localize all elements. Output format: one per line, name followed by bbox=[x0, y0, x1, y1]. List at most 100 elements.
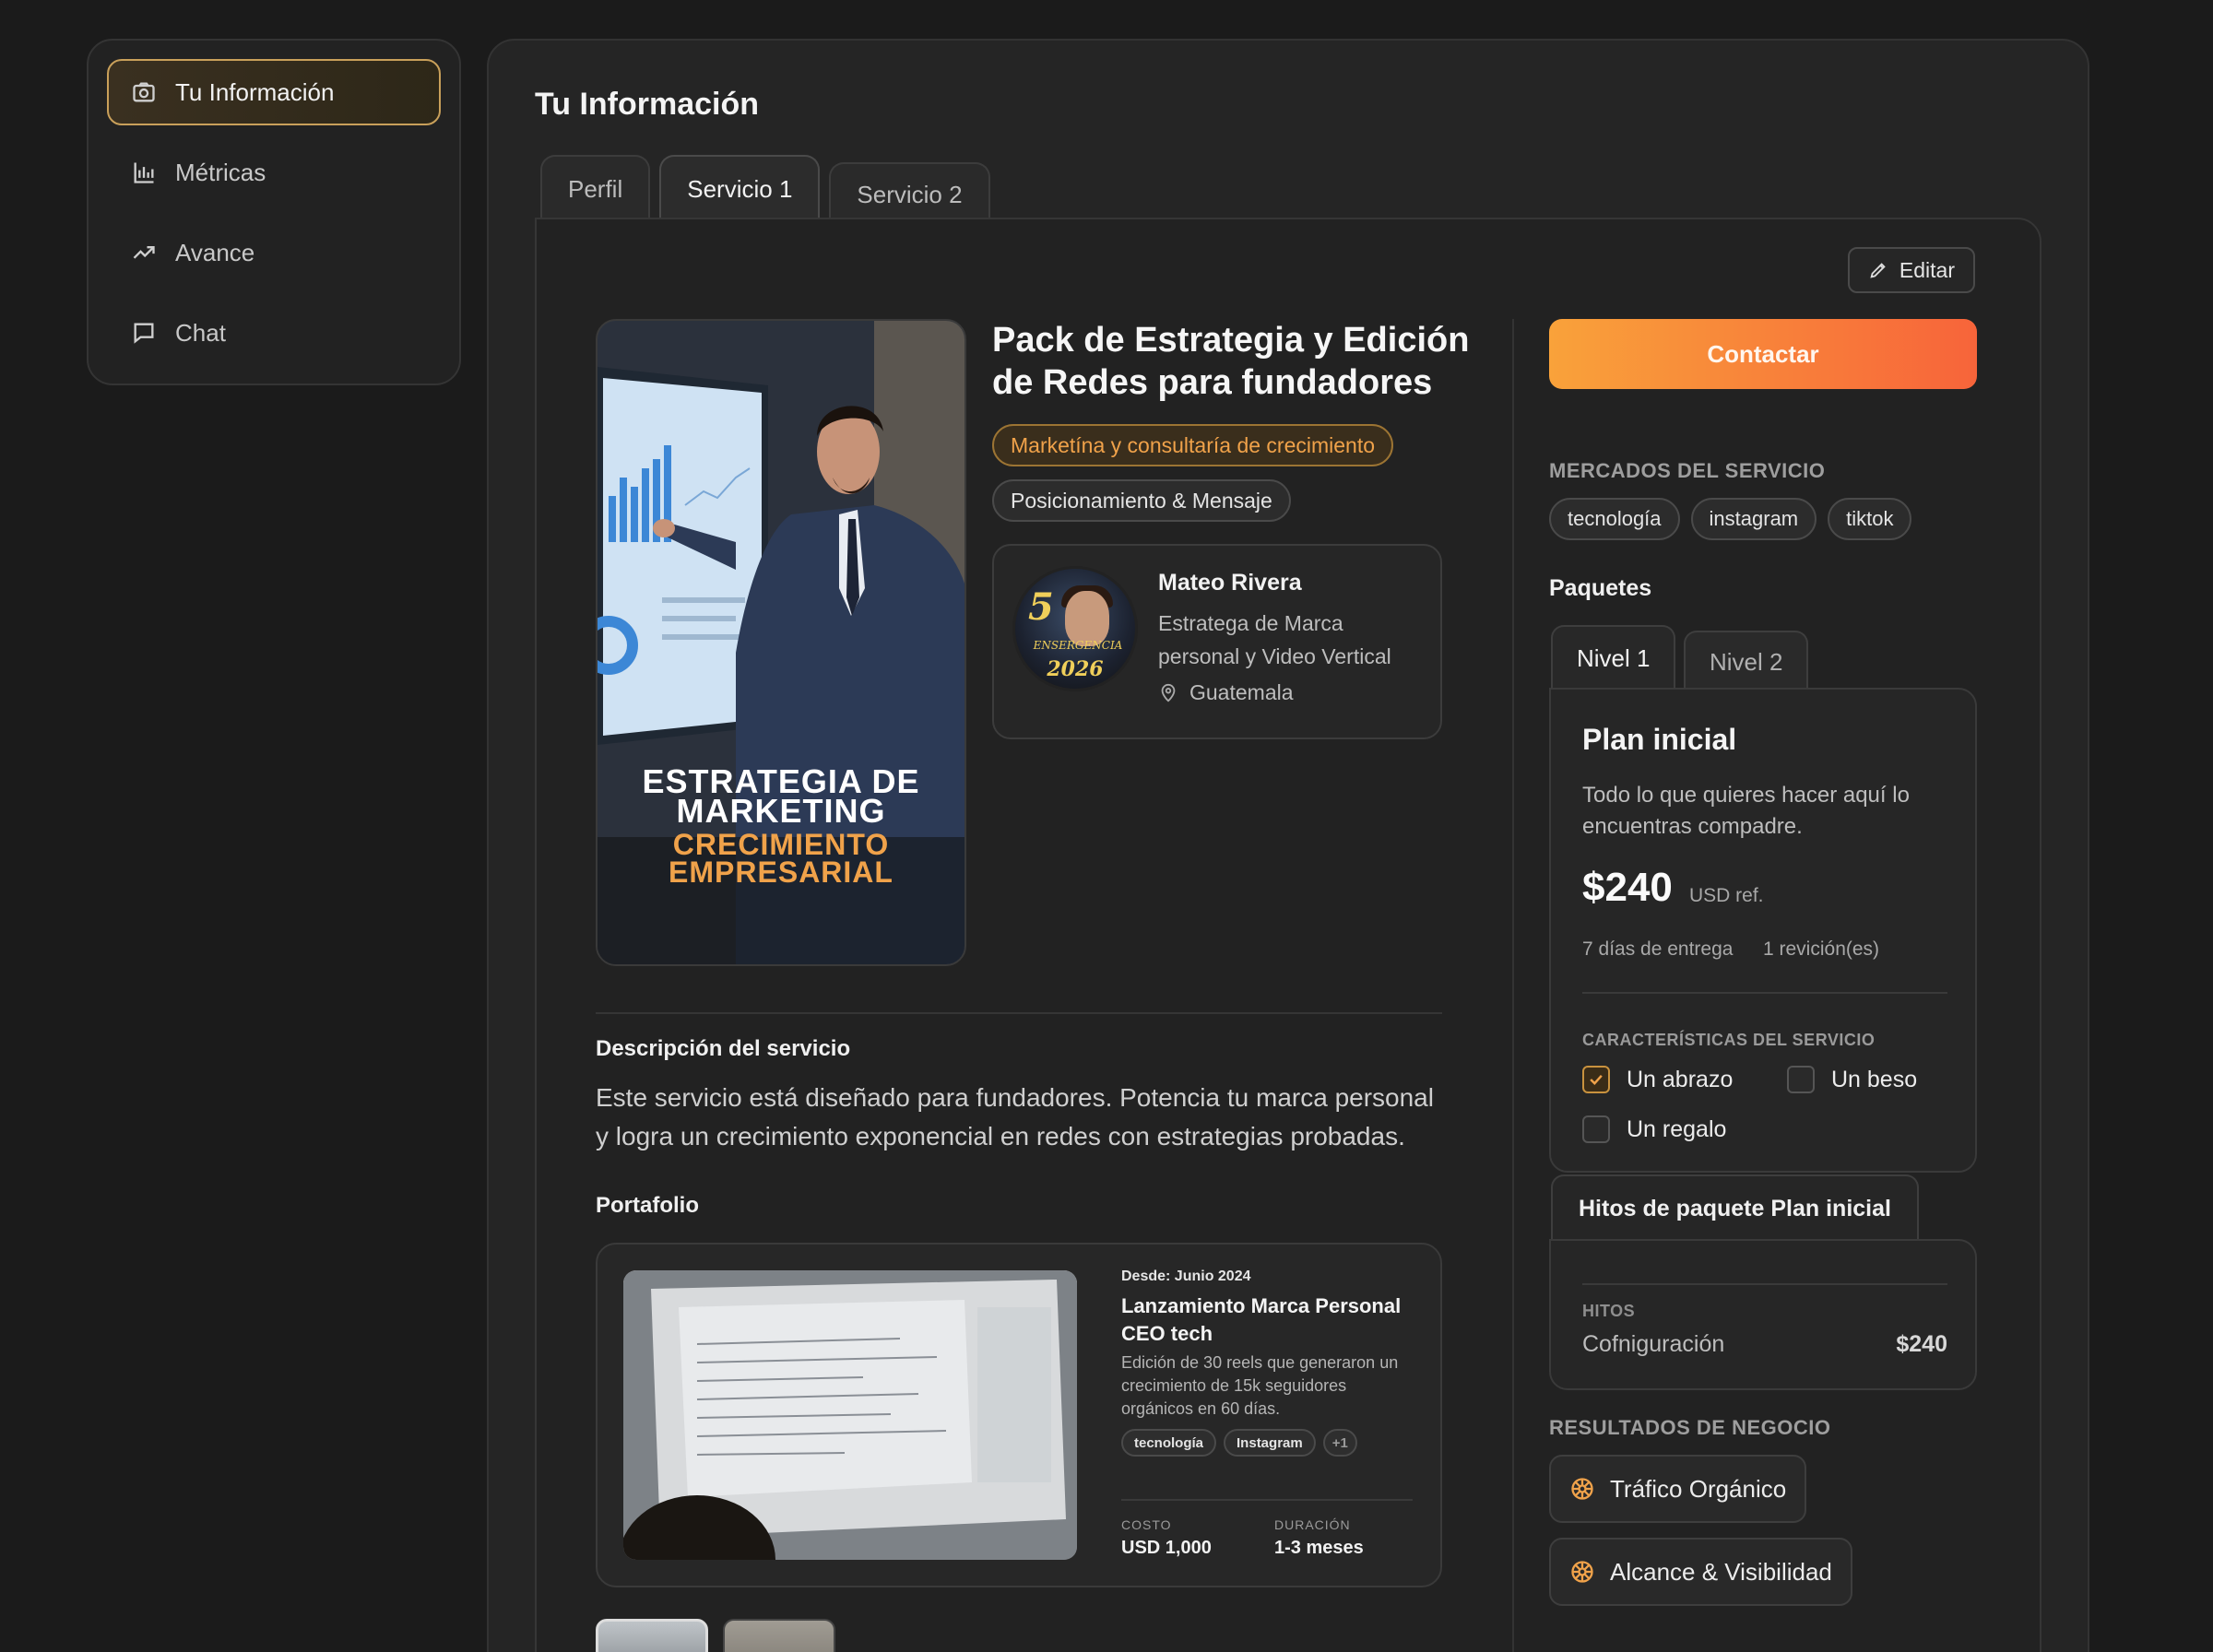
trend-up-icon bbox=[131, 240, 157, 266]
plan-delivery: 7 días de entrega bbox=[1582, 938, 1734, 960]
cover-text-line-4: EMPRESARIAL bbox=[669, 856, 893, 889]
milestone-name: Cofniguración bbox=[1582, 1331, 1725, 1357]
sidebar-item-label: Tu Información bbox=[175, 77, 335, 106]
milestones-tab[interactable]: Hitos de paquete Plan inicial bbox=[1551, 1174, 1919, 1241]
market-chip: instagram bbox=[1690, 498, 1817, 540]
sidebar-item-tu-informacion[interactable]: Tu Información bbox=[107, 59, 441, 125]
markets-caption: MERCADOS DEL SERVICIO bbox=[1549, 459, 1826, 482]
divider bbox=[1582, 992, 1947, 994]
market-chip: tiktok bbox=[1828, 498, 1912, 540]
description-text: Este servicio está diseñado para fundado… bbox=[596, 1083, 1434, 1150]
check-icon bbox=[1590, 1074, 1603, 1085]
avatar: 5 ENSERGENCIA 2026 bbox=[1012, 566, 1138, 691]
sidebar-item-chat[interactable]: Chat bbox=[107, 300, 441, 366]
packages-heading: Paquetes bbox=[1549, 575, 1652, 601]
feature-checkbox-un-regalo[interactable]: Un regalo bbox=[1582, 1115, 1726, 1143]
tab-servicio-1[interactable]: Servicio 1 bbox=[659, 155, 821, 221]
divider bbox=[596, 1012, 1442, 1014]
cost-value: USD 1,000 bbox=[1121, 1538, 1212, 1558]
result-label: Tráfico Orgánico bbox=[1610, 1474, 1787, 1503]
result-chip-trafico-organico: Tráfico Orgánico bbox=[1549, 1455, 1807, 1523]
portfolio-thumbnail[interactable] bbox=[723, 1619, 835, 1652]
column-divider bbox=[1512, 319, 1514, 1652]
portfolio-tag-more: +1 bbox=[1322, 1429, 1357, 1457]
portfolio-description: Edición de 30 reels que generaron un cre… bbox=[1121, 1353, 1399, 1418]
tab-bar: Perfil Servicio 1 Servicio 2 bbox=[540, 155, 1000, 225]
portfolio-illustration bbox=[623, 1270, 1077, 1560]
sidebar-item-label: Avance bbox=[175, 238, 255, 266]
portfolio-thumbnails bbox=[596, 1619, 835, 1652]
camera-icon bbox=[131, 79, 157, 105]
sidebar-item-metricas[interactable]: Métricas bbox=[107, 139, 441, 206]
chat-bubble-icon bbox=[131, 320, 157, 346]
milestones-caption: HITOS bbox=[1582, 1302, 1636, 1320]
avatar-face bbox=[1065, 591, 1109, 646]
contact-button[interactable]: Contactar bbox=[1549, 319, 1977, 389]
tab-servicio-2[interactable]: Servicio 2 bbox=[829, 162, 990, 225]
portfolio-date: Desde: Junio 2024 bbox=[1121, 1268, 1251, 1284]
checkbox[interactable] bbox=[1787, 1066, 1815, 1093]
wheel-icon bbox=[1571, 1478, 1593, 1500]
portfolio-title: Lanzamiento Marca Personal CEO tech bbox=[1121, 1294, 1402, 1345]
provider-card[interactable]: 5 ENSERGENCIA 2026 Mateo Rivera Estrateg… bbox=[992, 544, 1442, 739]
checkbox[interactable] bbox=[1582, 1115, 1610, 1143]
sidebar-item-label: Chat bbox=[175, 318, 226, 347]
tab-perfil[interactable]: Perfil bbox=[540, 155, 651, 221]
portfolio-tag: Instagram bbox=[1224, 1429, 1316, 1457]
subcategory-chip: Posicionamiento & Mensaje bbox=[992, 479, 1291, 522]
cover-text-line-2: MARKETING bbox=[676, 792, 886, 830]
provider-location: Guatemala bbox=[1158, 680, 1294, 705]
location-pin-icon bbox=[1161, 683, 1176, 702]
feature-label: Un abrazo bbox=[1627, 1066, 1734, 1092]
result-label: Alcance & Visibilidad bbox=[1610, 1557, 1832, 1586]
plan-price-ref: USD ref. bbox=[1689, 885, 1764, 906]
service-content: Editar ESTRATEGIA DE MARKETING CRECIMIEN… bbox=[535, 218, 2041, 1652]
cost-label: COSTO bbox=[1121, 1517, 1172, 1532]
avatar-caption: ENSERGENCIA bbox=[1033, 639, 1123, 652]
category-chip: Marketína y consultaría de crecimiento bbox=[992, 424, 1394, 466]
features-caption: CARACTERÍSTICAS DEL SERVICIO bbox=[1582, 1031, 1876, 1049]
avatar-number: 5 bbox=[1028, 585, 1054, 629]
portfolio-tag: tecnología bbox=[1121, 1429, 1217, 1457]
feature-label: Un beso bbox=[1831, 1066, 1918, 1092]
provider-name: Mateo Rivera bbox=[1158, 570, 1302, 596]
feature-checkbox-un-abrazo[interactable]: Un abrazo bbox=[1582, 1066, 1733, 1093]
duration-label: DURACIÓN bbox=[1274, 1517, 1351, 1532]
main-panel: Tu Información Perfil Servicio 1 Servici… bbox=[487, 39, 2089, 1652]
tab-nivel-1[interactable]: Nivel 1 bbox=[1551, 625, 1676, 690]
sidebar-item-label: Métricas bbox=[175, 158, 266, 186]
duration-value: 1-3 meses bbox=[1274, 1538, 1364, 1558]
milestones-card: HITOS Cofniguración $240 bbox=[1549, 1239, 1977, 1390]
feature-checkbox-un-beso[interactable]: Un beso bbox=[1787, 1066, 1917, 1093]
divider bbox=[1121, 1499, 1413, 1501]
portfolio-heading: Portafolio bbox=[596, 1193, 699, 1218]
bar-chart-icon bbox=[131, 159, 157, 185]
feature-label: Un regalo bbox=[1627, 1115, 1727, 1142]
provider-role: Estratega de Marca personal y Video Vert… bbox=[1158, 611, 1391, 668]
plan-name: Plan inicial bbox=[1582, 723, 1737, 756]
wheel-icon bbox=[1571, 1561, 1593, 1583]
portfolio-card[interactable]: Desde: Junio 2024 Lanzamiento Marca Pers… bbox=[596, 1243, 1442, 1587]
description-heading: Descripción del servicio bbox=[596, 1036, 851, 1061]
milestone-price: $240 bbox=[1896, 1331, 1947, 1357]
avatar-year: 2026 bbox=[1047, 657, 1104, 681]
result-chip-alcance-visibilidad: Alcance & Visibilidad bbox=[1549, 1538, 1852, 1606]
portfolio-image bbox=[623, 1270, 1077, 1560]
provider-location-label: Guatemala bbox=[1189, 680, 1294, 704]
service-title: Pack de Estrategia y Edición de Redes pa… bbox=[992, 321, 1470, 402]
market-chip: tecnología bbox=[1549, 498, 1680, 540]
edit-button-label: Editar bbox=[1899, 257, 1955, 282]
plan-price: $240 bbox=[1582, 865, 1673, 910]
plan-description: Todo lo que quieres hacer aquí lo encuen… bbox=[1582, 783, 1910, 839]
service-cover-image: ESTRATEGIA DE MARKETING CRECIMIENTO EMPR… bbox=[596, 319, 966, 966]
pencil-icon bbox=[1870, 263, 1886, 278]
page-title: Tu Información bbox=[535, 87, 760, 122]
sidebar: Tu Información Métricas Avance Chat bbox=[87, 39, 461, 385]
edit-button[interactable]: Editar bbox=[1847, 247, 1975, 293]
portfolio-thumbnail[interactable] bbox=[596, 1619, 708, 1652]
plan-card: Plan inicial Todo lo que quieres hacer a… bbox=[1549, 688, 1977, 1173]
tab-nivel-2[interactable]: Nivel 2 bbox=[1684, 631, 1809, 691]
results-caption: RESULTADOS DE NEGOCIO bbox=[1549, 1416, 1831, 1439]
sidebar-item-avance[interactable]: Avance bbox=[107, 219, 441, 286]
checkbox-checked[interactable] bbox=[1582, 1066, 1610, 1093]
